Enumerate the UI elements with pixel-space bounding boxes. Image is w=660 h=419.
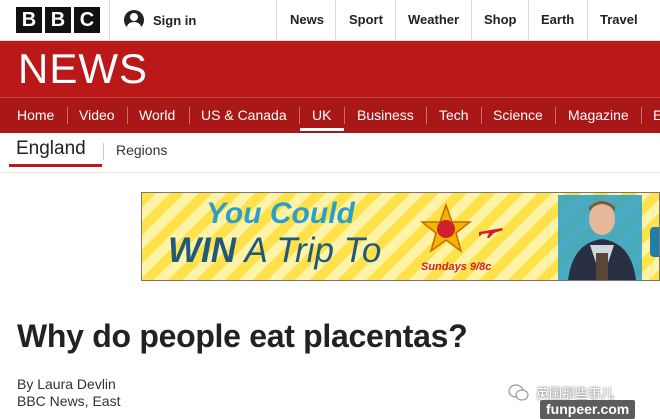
user-icon xyxy=(124,10,144,30)
divider xyxy=(641,107,642,124)
section-video[interactable]: Video xyxy=(79,98,115,133)
nav-travel[interactable]: Travel xyxy=(600,0,638,40)
subnav-regions[interactable]: Regions xyxy=(116,142,167,158)
section-world[interactable]: World xyxy=(139,98,175,133)
article-headline: Why do people eat placentas? xyxy=(17,318,468,354)
logo-letter: B xyxy=(45,7,71,33)
section-magazine[interactable]: Magazine xyxy=(568,98,629,133)
divider xyxy=(471,0,472,40)
news-logo-title[interactable]: NEWS xyxy=(18,43,148,95)
sign-in-label: Sign in xyxy=(153,12,197,28)
chef-photo xyxy=(558,195,642,280)
section-tech[interactable]: Tech xyxy=(439,98,469,133)
active-indicator xyxy=(9,164,102,167)
divider xyxy=(335,0,336,40)
section-home[interactable]: Home xyxy=(17,98,54,133)
advert-win: WIN xyxy=(168,231,237,270)
section-science[interactable]: Science xyxy=(493,98,543,133)
plane-icon xyxy=(479,228,503,238)
bbc-logo[interactable]: B B C xyxy=(16,7,100,33)
advert-line1: You Could xyxy=(206,197,355,230)
food-star-logo xyxy=(420,203,472,253)
nav-weather[interactable]: Weather xyxy=(408,0,459,40)
sub-nav: England Regions xyxy=(0,133,660,173)
wechat-icon xyxy=(508,383,529,401)
divider xyxy=(189,107,190,124)
logo-letter: C xyxy=(74,7,100,33)
nav-shop[interactable]: Shop xyxy=(484,0,517,40)
nav-news[interactable]: News xyxy=(290,0,324,40)
subnav-england[interactable]: England xyxy=(16,138,86,160)
divider xyxy=(555,107,556,124)
logo-letter: B xyxy=(16,7,42,33)
site-watermark: funpeer.com xyxy=(540,400,636,419)
divider xyxy=(67,107,68,124)
active-indicator xyxy=(300,128,344,131)
section-nav: Home Video World US & Canada UK Business… xyxy=(0,97,660,133)
section-business[interactable]: Business xyxy=(357,98,414,133)
advert-tab xyxy=(650,227,659,257)
divider xyxy=(276,0,277,40)
top-bar: B B C Sign in News Sport Weather Shop Ea… xyxy=(0,0,660,41)
advert-line2: WIN A Trip To xyxy=(168,231,381,271)
sign-in-link[interactable]: Sign in xyxy=(124,10,196,30)
news-banner: NEWS xyxy=(0,41,660,97)
author: By Laura Devlin xyxy=(17,376,116,392)
divider xyxy=(109,0,110,40)
nav-earth[interactable]: Earth xyxy=(541,0,574,40)
divider xyxy=(395,0,396,40)
divider xyxy=(587,0,588,40)
section-more[interactable]: E xyxy=(653,98,660,133)
divider xyxy=(103,143,104,160)
advert-trip: A Trip To xyxy=(244,231,382,270)
source: BBC News, East xyxy=(17,393,121,409)
divider xyxy=(528,0,529,40)
nav-sport[interactable]: Sport xyxy=(349,0,383,40)
advert-schedule: Sundays 9/8c xyxy=(421,261,492,273)
byline: By Laura Devlin BBC News, East xyxy=(17,376,120,410)
divider xyxy=(344,107,345,124)
divider xyxy=(299,107,300,124)
advert-banner[interactable]: You Could WIN A Trip To Sundays 9/8c xyxy=(141,192,660,281)
divider xyxy=(127,107,128,124)
section-us-canada[interactable]: US & Canada xyxy=(201,98,287,133)
divider xyxy=(481,107,482,124)
divider xyxy=(426,107,427,124)
